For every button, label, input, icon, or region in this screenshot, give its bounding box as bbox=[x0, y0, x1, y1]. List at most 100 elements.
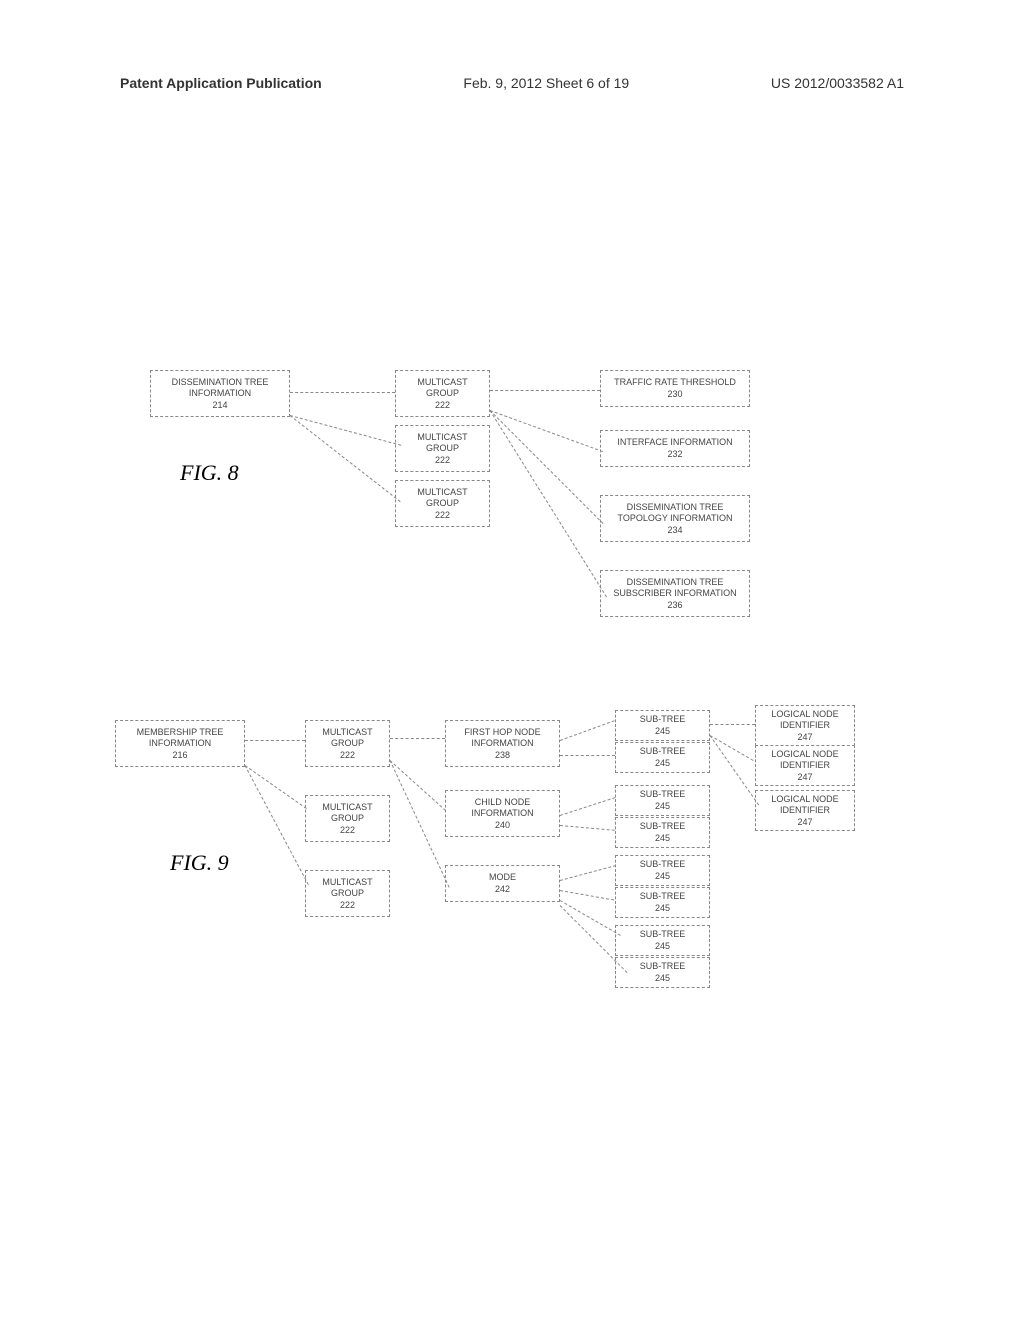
box-num: 247 bbox=[759, 732, 851, 743]
multicast-group-box: MULTICAST GROUP 222 bbox=[305, 795, 390, 842]
box-title: SUB-TREE bbox=[619, 929, 706, 940]
box-title: MEMBERSHIP TREE INFORMATION bbox=[124, 727, 236, 749]
box-title: INTERFACE INFORMATION bbox=[609, 437, 741, 448]
connector-line bbox=[560, 900, 621, 936]
dissemination-tree-topology-box: DISSEMINATION TREE TOPOLOGY INFORMATION … bbox=[600, 495, 750, 542]
multicast-group-box: MULTICAST GROUP 222 bbox=[305, 720, 390, 767]
dissemination-tree-info-box: DISSEMINATION TREE INFORMATION 214 bbox=[150, 370, 290, 417]
logical-node-identifier-box: LOGICAL NODE IDENTIFIER 247 bbox=[755, 790, 855, 831]
membership-tree-info-box: MEMBERSHIP TREE INFORMATION 216 bbox=[115, 720, 245, 767]
box-num: 245 bbox=[619, 941, 706, 952]
connector-line bbox=[390, 760, 450, 887]
logical-node-identifier-box: LOGICAL NODE IDENTIFIER 247 bbox=[755, 745, 855, 786]
page-header: Patent Application Publication Feb. 9, 2… bbox=[0, 75, 1024, 91]
dissemination-tree-subscriber-box: DISSEMINATION TREE SUBSCRIBER INFORMATIO… bbox=[600, 570, 750, 617]
connector-line bbox=[560, 825, 615, 831]
box-title: LOGICAL NODE IDENTIFIER bbox=[759, 749, 851, 771]
interface-information-box: INTERFACE INFORMATION 232 bbox=[600, 430, 750, 467]
connector-line bbox=[490, 410, 604, 524]
box-num: 245 bbox=[619, 871, 706, 882]
box-num: 236 bbox=[609, 600, 741, 611]
box-title: LOGICAL NODE IDENTIFIER bbox=[759, 794, 851, 816]
box-title: SUB-TREE bbox=[619, 789, 706, 800]
box-num: 222 bbox=[314, 900, 381, 911]
box-title: DISSEMINATION TREE INFORMATION bbox=[159, 377, 281, 399]
box-num: 245 bbox=[619, 903, 706, 914]
box-title: SUB-TREE bbox=[619, 891, 706, 902]
box-title: MULTICAST GROUP bbox=[404, 377, 481, 399]
mode-box: MODE 242 bbox=[445, 865, 560, 902]
box-title: DISSEMINATION TREE TOPOLOGY INFORMATION bbox=[609, 502, 741, 524]
connector-line bbox=[390, 738, 445, 739]
connector-line bbox=[560, 720, 615, 741]
connector-line bbox=[490, 390, 600, 391]
connector-line bbox=[290, 392, 395, 393]
box-num: 216 bbox=[124, 750, 236, 761]
box-title: SUB-TREE bbox=[619, 859, 706, 870]
box-num: 230 bbox=[609, 389, 741, 400]
first-hop-node-box: FIRST HOP NODE INFORMATION 238 bbox=[445, 720, 560, 767]
box-title: SUB-TREE bbox=[619, 961, 706, 972]
sub-tree-box: SUB-TREE 245 bbox=[615, 887, 710, 918]
box-title: MULTICAST GROUP bbox=[314, 877, 381, 899]
multicast-group-box: MULTICAST GROUP 222 bbox=[395, 370, 490, 417]
box-num: 234 bbox=[609, 525, 741, 536]
box-title: FIRST HOP NODE INFORMATION bbox=[454, 727, 551, 749]
box-title: MULTICAST GROUP bbox=[314, 802, 381, 824]
multicast-group-box: MULTICAST GROUP 222 bbox=[395, 480, 490, 527]
box-title: SUB-TREE bbox=[619, 746, 706, 757]
box-num: 222 bbox=[404, 400, 481, 411]
box-title: MULTICAST GROUP bbox=[404, 432, 481, 454]
connector-line bbox=[290, 415, 401, 502]
sub-tree-box: SUB-TREE 245 bbox=[615, 742, 710, 773]
sub-tree-box: SUB-TREE 245 bbox=[615, 710, 710, 741]
header-left: Patent Application Publication bbox=[120, 75, 322, 91]
figure-9-label: FIG. 9 bbox=[170, 850, 229, 876]
connector-line bbox=[560, 755, 615, 756]
multicast-group-box: MULTICAST GROUP 222 bbox=[395, 425, 490, 472]
box-num: 245 bbox=[619, 833, 706, 844]
box-num: 245 bbox=[619, 758, 706, 769]
box-num: 247 bbox=[759, 817, 851, 828]
box-num: 222 bbox=[404, 455, 481, 466]
connector-line bbox=[490, 410, 607, 597]
connector-line bbox=[490, 410, 603, 452]
box-title: MULTICAST GROUP bbox=[404, 487, 481, 509]
box-num: 242 bbox=[454, 884, 551, 895]
box-title: LOGICAL NODE IDENTIFIER bbox=[759, 709, 851, 731]
box-num: 247 bbox=[759, 772, 851, 783]
box-num: 245 bbox=[619, 801, 706, 812]
connector-line bbox=[245, 765, 309, 885]
box-num: 214 bbox=[159, 400, 281, 411]
box-title: DISSEMINATION TREE SUBSCRIBER INFORMATIO… bbox=[609, 577, 741, 599]
multicast-group-box: MULTICAST GROUP 222 bbox=[305, 870, 390, 917]
connector-line bbox=[390, 760, 446, 811]
box-title: TRAFFIC RATE THRESHOLD bbox=[609, 377, 741, 388]
header-center: Feb. 9, 2012 Sheet 6 of 19 bbox=[463, 75, 629, 91]
box-title: MULTICAST GROUP bbox=[314, 727, 381, 749]
sub-tree-box: SUB-TREE 245 bbox=[615, 785, 710, 816]
box-title: MODE bbox=[454, 872, 551, 883]
box-title: SUB-TREE bbox=[619, 821, 706, 832]
box-num: 238 bbox=[454, 750, 551, 761]
connector-line bbox=[290, 415, 401, 446]
connector-line bbox=[710, 735, 760, 805]
box-title: CHILD NODE INFORMATION bbox=[454, 797, 551, 819]
box-num: 222 bbox=[314, 825, 381, 836]
connector-line bbox=[560, 865, 616, 881]
box-num: 240 bbox=[454, 820, 551, 831]
sub-tree-box: SUB-TREE 245 bbox=[615, 957, 710, 988]
box-title: SUB-TREE bbox=[619, 714, 706, 725]
box-num: 222 bbox=[404, 510, 481, 521]
connector-line bbox=[245, 765, 307, 809]
sub-tree-box: SUB-TREE 245 bbox=[615, 855, 710, 886]
header-right: US 2012/0033582 A1 bbox=[771, 75, 904, 91]
box-num: 245 bbox=[619, 726, 706, 737]
connector-line bbox=[710, 724, 755, 725]
child-node-box: CHILD NODE INFORMATION 240 bbox=[445, 790, 560, 837]
connector-line bbox=[560, 890, 614, 901]
connector-line bbox=[710, 735, 754, 761]
sub-tree-box: SUB-TREE 245 bbox=[615, 817, 710, 848]
box-num: 245 bbox=[619, 973, 706, 984]
box-num: 222 bbox=[314, 750, 381, 761]
